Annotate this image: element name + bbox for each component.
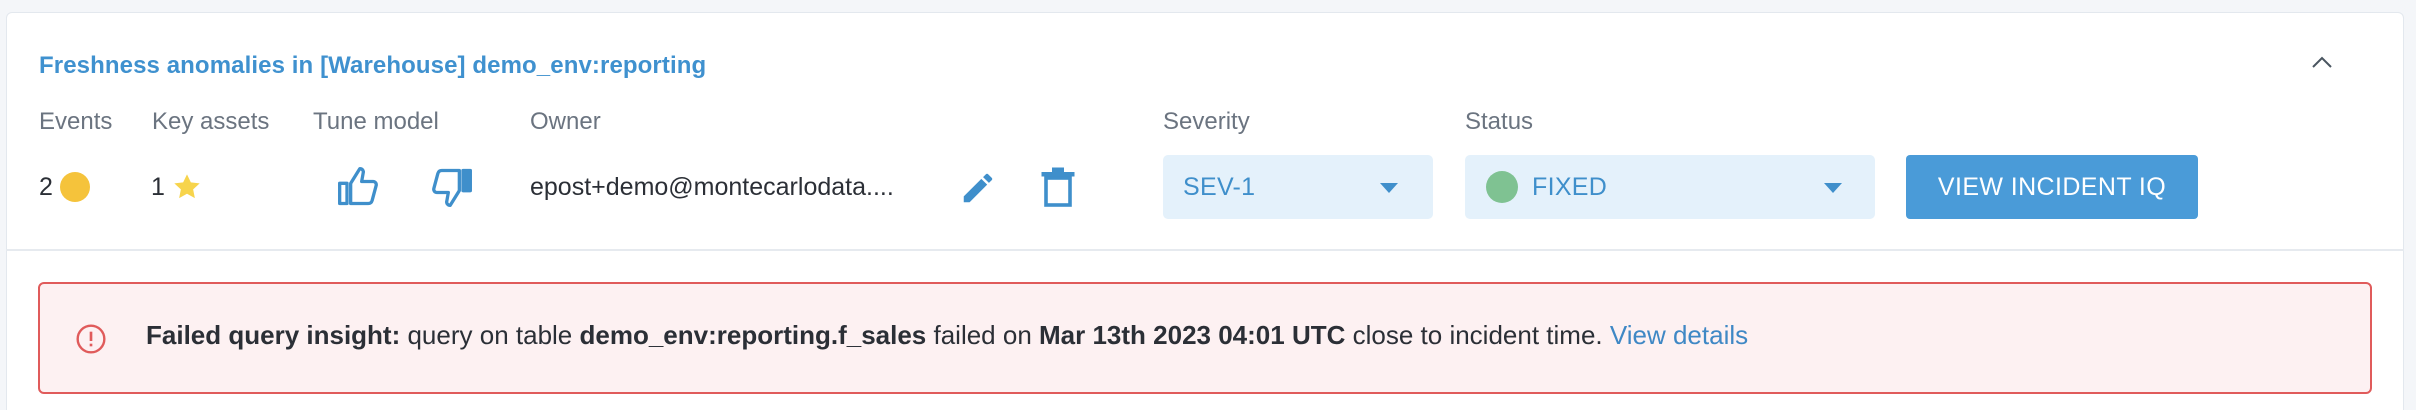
star-icon (170, 170, 204, 204)
owner-email: epost+demo@montecarlodata.... (530, 173, 894, 201)
thumbs-up-icon[interactable] (334, 163, 382, 211)
header-status: Status (1465, 108, 1534, 135)
failed-query-alert: Failed query insight: query on table dem… (38, 282, 2372, 394)
header-events: Events (39, 108, 113, 135)
severity-value: SEV-1 (1183, 173, 1256, 201)
view-incident-iq-button[interactable]: VIEW INCIDENT IQ (1906, 155, 2198, 219)
status-value: FIXED (1532, 173, 1608, 201)
alert-table-name: demo_env:reporting.f_sales (579, 320, 927, 350)
status-dropdown[interactable]: FIXED (1465, 155, 1875, 219)
thumbs-down-icon[interactable] (428, 163, 476, 211)
alert-text-2: failed on (926, 320, 1040, 350)
collapse-button[interactable] (2304, 44, 2340, 80)
alert-message: Failed query insight: query on table dem… (146, 320, 1748, 351)
caret-down-icon (1380, 183, 1398, 193)
status-dot-icon (1486, 171, 1518, 203)
divider (6, 249, 2404, 251)
header-owner: Owner (530, 108, 601, 135)
severity-dropdown[interactable]: SEV-1 (1163, 155, 1433, 219)
caret-down-icon (1824, 183, 1842, 193)
alert-text-1: query on table (400, 320, 580, 350)
trash-icon[interactable] (1036, 164, 1080, 210)
chevron-up-icon (2312, 56, 2332, 68)
events-count: 2 (39, 173, 53, 201)
header-tune-model: Tune model (313, 108, 439, 135)
view-details-link[interactable]: View details (1610, 320, 1748, 350)
incident-title[interactable]: Freshness anomalies in [Warehouse] demo_… (39, 52, 706, 80)
pencil-icon[interactable] (956, 166, 1000, 210)
events-dot-icon (60, 172, 90, 202)
alert-label: Failed query insight: (146, 320, 401, 350)
alert-text-3: close to incident time. (1345, 320, 1610, 350)
alert-circle-icon (74, 322, 108, 356)
alert-timestamp: Mar 13th 2023 04:01 UTC (1039, 320, 1346, 350)
header-key-assets: Key assets (152, 108, 270, 135)
key-assets-count: 1 (151, 173, 165, 201)
header-severity: Severity (1163, 108, 1250, 135)
